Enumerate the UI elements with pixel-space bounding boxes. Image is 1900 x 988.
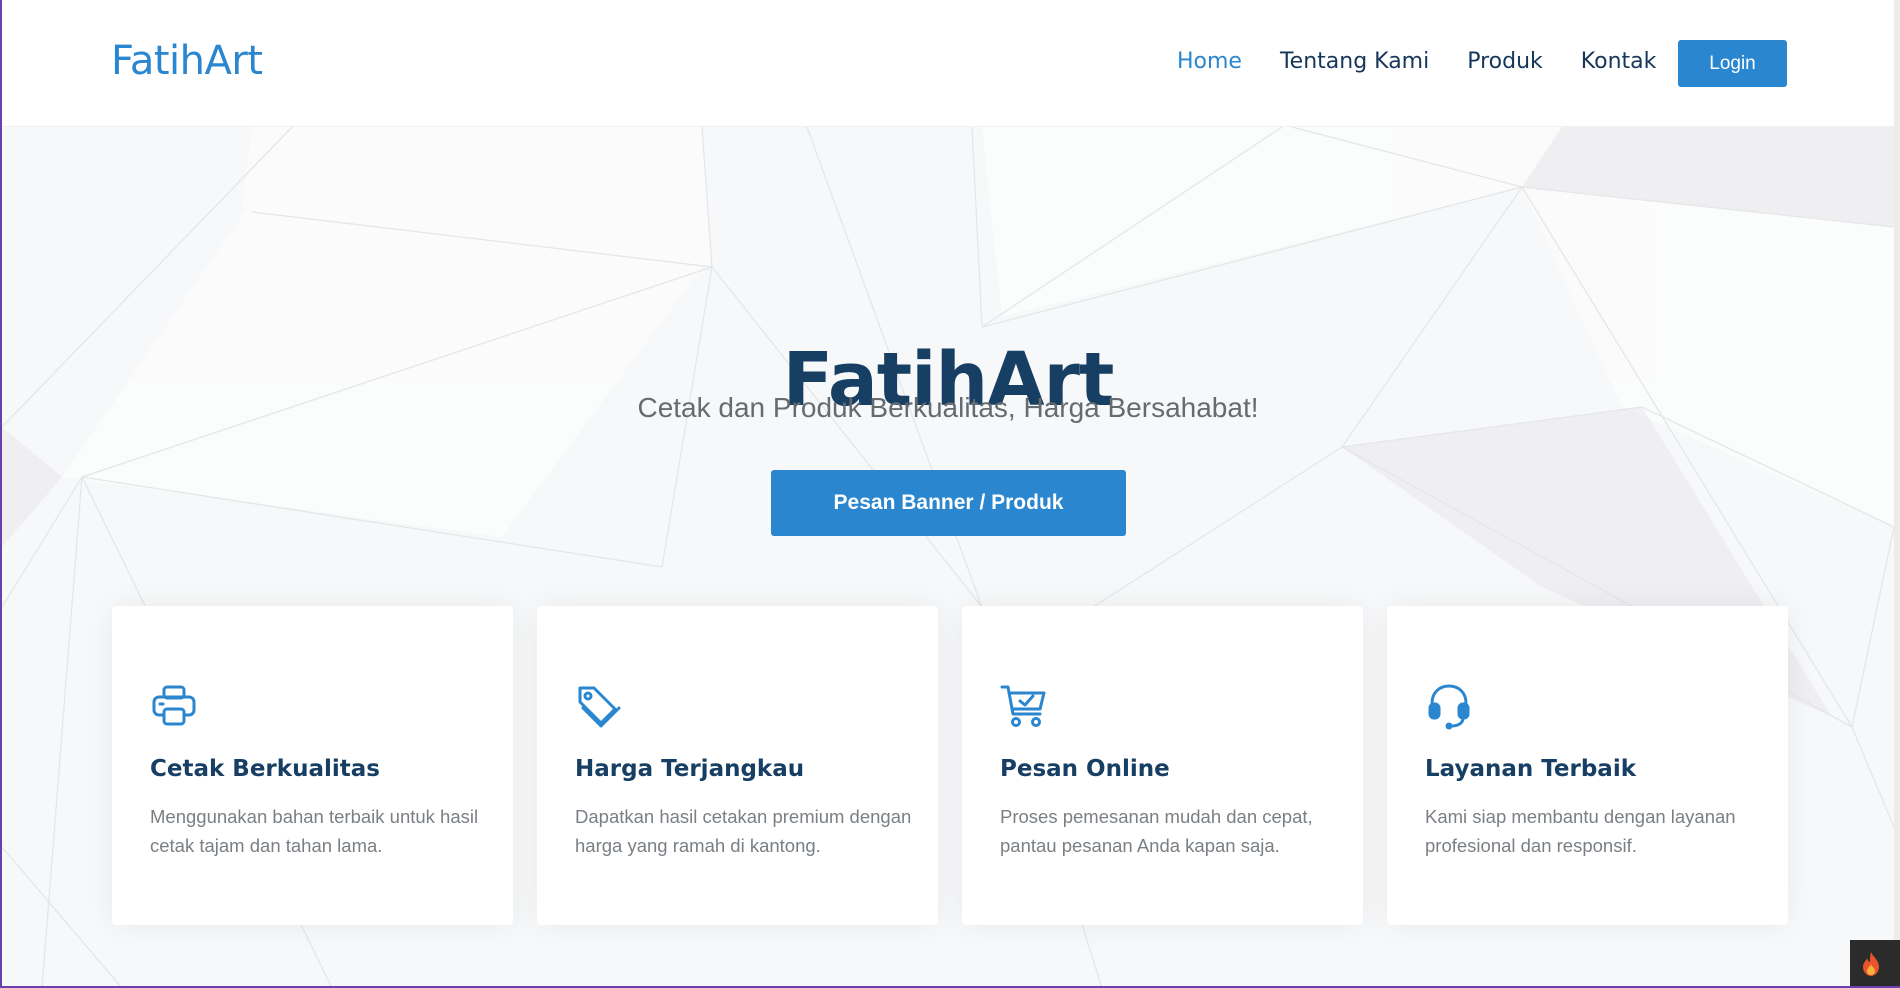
nav-link-home[interactable]: Home [1177, 49, 1242, 74]
price-tag-icon [578, 686, 621, 728]
feature-description: Dapatkan hasil cetakan premium dengan ha… [575, 806, 912, 856]
nav-link-tentang-kami[interactable]: Tentang Kami [1280, 49, 1429, 74]
cart-check-icon [1000, 685, 1046, 727]
debug-toolbar-toggle[interactable] [1850, 940, 1900, 986]
hero-section: FatihArt Cetak dan Produk Berkualitas, H… [2, 127, 1894, 986]
feature-title: Harga Terjangkau [575, 756, 805, 782]
feature-card-harga-terjangkau: Harga Terjangkau Dapatkan hasil cetakan … [537, 606, 938, 925]
feature-description: Proses pemesanan mudah dan cepat, pantau… [1000, 806, 1313, 856]
nav-link-kontak[interactable]: Kontak [1581, 49, 1657, 74]
hero-subtitle: Cetak dan Produk Berkualitas, Harga Bers… [637, 392, 1259, 423]
feature-description: Menggunakan bahan terbaik untuk hasil ce… [150, 806, 479, 856]
feature-card-pesan-online: Pesan Online Proses pemesanan mudah dan … [962, 606, 1363, 925]
brand-logo[interactable]: FatihArt [111, 38, 263, 84]
feature-card-layanan-terbaik: Layanan Terbaik Kami siap membantu denga… [1387, 606, 1788, 925]
printer-icon [152, 685, 196, 726]
feature-description: Kami siap membantu dengan layanan profes… [1425, 806, 1736, 856]
order-banner-product-button[interactable]: Pesan Banner / Produk [771, 470, 1126, 536]
top-navbar: FatihArt Home Tentang Kami Produk Kontak… [2, 0, 1894, 127]
feature-title: Layanan Terbaik [1425, 756, 1636, 782]
login-button[interactable]: Login [1678, 40, 1787, 87]
feature-card-cetak-berkualitas: Cetak Berkualitas Menggunakan bahan terb… [112, 606, 513, 925]
headset-icon [1428, 684, 1470, 730]
main-nav: Home Tentang Kami Produk Kontak [1177, 49, 1694, 74]
feature-title: Pesan Online [1000, 756, 1170, 782]
flame-icon [1863, 952, 1879, 976]
vertical-scrollbar[interactable] [1894, 0, 1900, 986]
feature-title: Cetak Berkualitas [150, 756, 380, 782]
page-frame: FatihArt Home Tentang Kami Produk Kontak… [0, 0, 1900, 988]
nav-link-produk[interactable]: Produk [1467, 49, 1543, 74]
feature-cards: Cetak Berkualitas Menggunakan bahan terb… [112, 606, 1788, 925]
